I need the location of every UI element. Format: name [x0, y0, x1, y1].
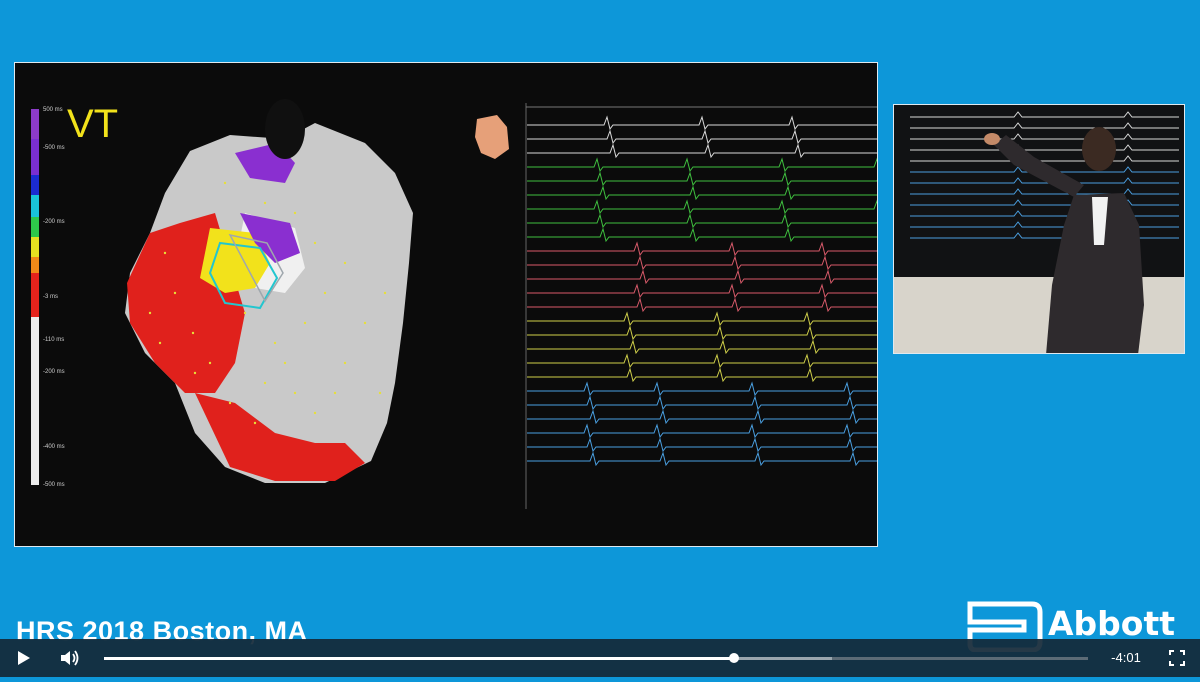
electrogram-trace [527, 353, 877, 369]
volume-button[interactable] [50, 639, 88, 677]
electrogram-trace [527, 157, 877, 173]
electrogram-trace [527, 171, 877, 187]
colorbar-label: -200 ms [43, 219, 65, 225]
color-scale-bar [31, 109, 39, 485]
play-button[interactable] [4, 639, 42, 677]
electrogram-trace [527, 143, 877, 159]
colorbar-label: -500 ms [43, 482, 65, 488]
ecg-trace-panel [525, 103, 877, 509]
presenter-camera-panel [893, 104, 1185, 354]
abbott-logo-text: Abbott [1048, 604, 1176, 643]
progress-slider[interactable] [104, 653, 1088, 663]
torso-orientation-icon [475, 115, 509, 159]
electrogram-trace [527, 115, 877, 131]
electrogram-trace [527, 381, 877, 397]
heart-map-shape [125, 99, 413, 483]
play-icon [18, 651, 30, 665]
electrogram-trace [527, 255, 877, 271]
colorbar-label: -400 ms [43, 444, 65, 450]
electrogram-trace [527, 269, 877, 285]
fullscreen-icon [1169, 650, 1185, 666]
electrogram-trace [527, 241, 877, 257]
progress-thumb[interactable] [728, 653, 739, 663]
electroanatomic-map: 500 ms -500 ms -200 ms -3 ms -110 ms -20… [31, 99, 877, 509]
electrogram-trace [527, 423, 877, 439]
volume-icon [61, 650, 79, 666]
colorbar-label: 500 ms [43, 107, 63, 113]
electrogram-trace [527, 367, 877, 383]
electrogram-trace [527, 437, 877, 453]
vt-label: VT [67, 102, 118, 146]
colorbar-labels: 500 ms -500 ms -200 ms -3 ms -110 ms -20… [43, 107, 65, 488]
electrogram-trace [527, 339, 877, 355]
electrogram-trace [527, 325, 877, 341]
time-remaining: -4:01 [1111, 650, 1141, 665]
electrogram-trace [527, 395, 877, 411]
electrogram-trace [527, 227, 877, 243]
colorbar-label: -200 ms [43, 369, 65, 375]
electrogram-trace [527, 185, 877, 201]
electrogram-trace [527, 129, 877, 145]
electrogram-trace [527, 199, 877, 215]
electrogram-trace [527, 451, 877, 467]
electrogram-trace [527, 297, 877, 313]
main-video-panel[interactable]: 500 ms -500 ms -200 ms -3 ms -110 ms -20… [14, 62, 878, 547]
electrogram-trace [527, 311, 877, 327]
presenter-scene [894, 105, 1184, 353]
colorbar-label: -3 ms [43, 294, 58, 300]
electrogram-trace [527, 213, 877, 229]
colorbar-label: -500 ms [43, 145, 65, 151]
electrogram-trace [527, 283, 877, 299]
played-bar [104, 657, 734, 660]
colorbar-label: -110 ms [43, 337, 64, 343]
video-control-bar: -4:01 [0, 639, 1200, 677]
electrogram-trace [527, 409, 877, 425]
fullscreen-button[interactable] [1158, 639, 1196, 677]
